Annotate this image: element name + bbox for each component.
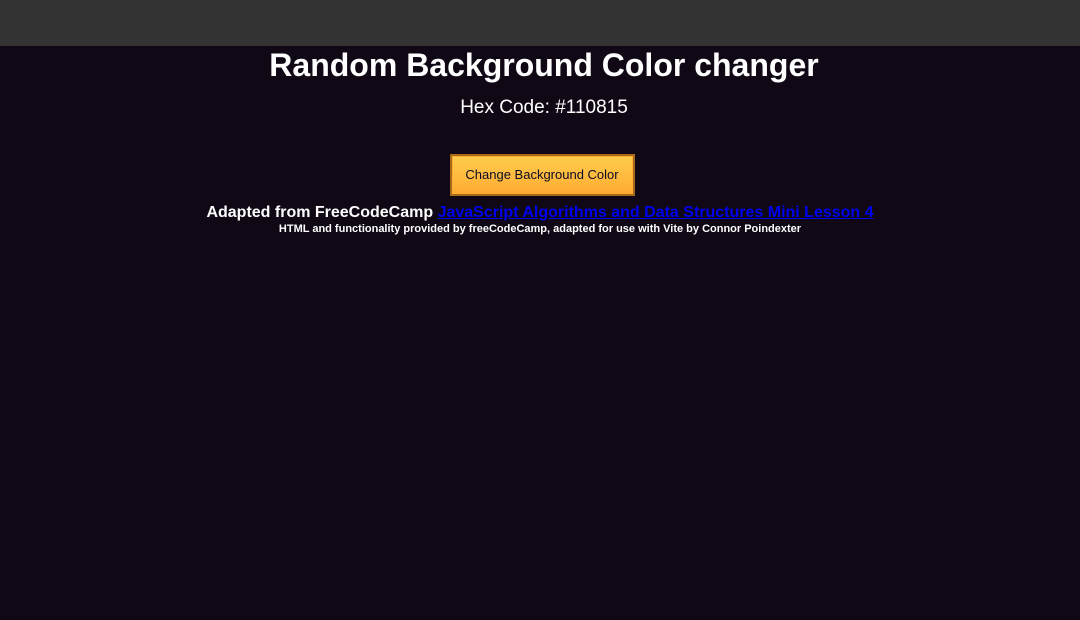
hex-code-label: Hex Code: (460, 97, 556, 118)
change-background-color-button[interactable]: Change Background Color (449, 154, 635, 196)
page-title: Random Background Color changer (269, 47, 819, 83)
lesson-link[interactable]: JavaScript Algorithms and Data Structure… (438, 204, 874, 221)
credit-prefix: Adapted from FreeCodeCamp (206, 204, 438, 221)
button-wrapper: Change Background Color (0, 154, 1080, 196)
page-container: Random Background Color changer Hex Code… (0, 46, 1080, 236)
credit-line: Adapted from FreeCodeCamp JavaScript Alg… (0, 204, 1080, 222)
hex-code-line: Hex Code: #110815 (4, 97, 1080, 119)
hex-code-value: #110815 (555, 97, 628, 118)
browser-top-bar (0, 0, 1080, 46)
footnote: HTML and functionality provided by freeC… (278, 223, 802, 235)
